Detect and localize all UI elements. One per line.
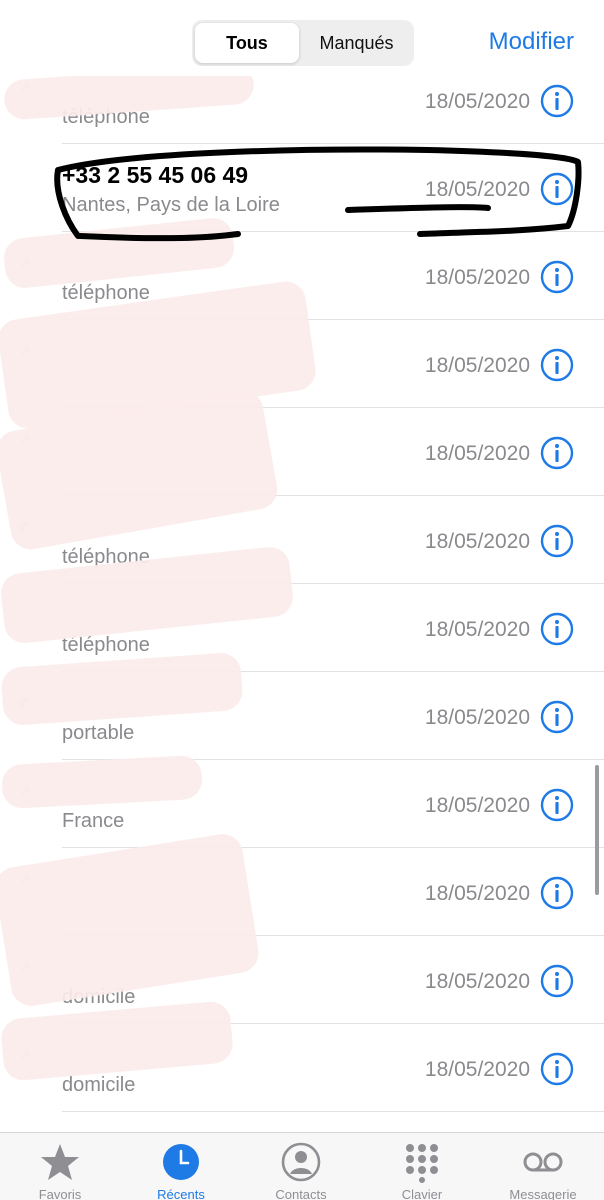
info-icon[interactable]	[540, 436, 574, 470]
call-subtitle: téléphone	[62, 106, 150, 128]
tab-label: Messagerie	[509, 1187, 577, 1200]
info-icon[interactable]	[540, 876, 574, 910]
call-subtitle: domicile	[62, 1074, 136, 1096]
call-subtitle: Nantes, Pays de la Loire	[62, 194, 280, 216]
info-icon[interactable]	[540, 964, 574, 998]
outgoing-call-icon: ↗	[18, 432, 32, 449]
edit-button[interactable]: Modifier	[489, 28, 574, 56]
call-date: 18/05/2020	[424, 1058, 530, 1081]
call-subtitle: France	[62, 810, 125, 832]
call-row[interactable]: ↗ téléphone 18/05/2020	[0, 232, 604, 320]
call-filter-segmented-control: Tous Manqués	[192, 20, 414, 66]
info-icon[interactable]	[540, 84, 574, 118]
info-icon[interactable]	[540, 788, 574, 822]
call-row[interactable]: ✆ portable 18/05/2020	[0, 672, 604, 760]
call-date: 18/05/2020	[424, 618, 530, 641]
call-date: 18/05/2020	[424, 354, 530, 377]
tab-contacts[interactable]: Contacts	[241, 1141, 361, 1200]
call-row[interactable]: ↗ domicile 18/05/2020	[0, 936, 604, 1024]
call-subtitle: domicile	[62, 986, 136, 1008]
tab-keypad[interactable]: Clavier	[362, 1141, 482, 1200]
outgoing-call-icon: ↗	[18, 960, 32, 977]
outgoing-call-icon: ↗	[18, 1048, 32, 1065]
tab-label: Clavier	[401, 1187, 443, 1200]
outgoing-call-icon: ↗	[18, 80, 32, 97]
call-subtitle: portable	[62, 722, 135, 744]
clock-icon	[163, 1144, 199, 1180]
call-subtitle: téléphone	[62, 634, 150, 656]
call-row[interactable]: téléphone 18/05/2020	[0, 584, 604, 672]
scroll-indicator[interactable]	[595, 765, 599, 895]
call-row[interactable]: ↗ 18/05/2020	[0, 320, 604, 408]
tab-favorites[interactable]: Favoris	[0, 1141, 120, 1200]
incoming-call-icon: ✆	[18, 520, 32, 537]
top-bar: Tous Manqués Modifier	[0, 0, 604, 76]
info-icon[interactable]	[540, 524, 574, 558]
incoming-call-icon: ✆	[18, 696, 32, 713]
info-icon[interactable]	[540, 260, 574, 294]
tab-label: Contacts	[275, 1187, 327, 1200]
tab-label: Favoris	[38, 1187, 82, 1200]
outgoing-call-icon	[18, 608, 36, 626]
call-row[interactable]: ↗ domicile 18/05/2020	[0, 1024, 604, 1112]
outgoing-call-icon: ↗	[18, 872, 32, 889]
segment-all[interactable]: Tous	[195, 23, 299, 63]
recent-calls-list: ↗ téléphone 18/05/2020 +33 2 55 45 06 49…	[0, 56, 604, 1112]
call-row[interactable]: +33 2 55 45 06 49 Nantes, Pays de la Loi…	[0, 144, 604, 232]
call-subtitle: téléphone	[62, 282, 150, 304]
info-icon[interactable]	[540, 172, 574, 206]
call-date: 18/05/2020	[424, 178, 530, 201]
call-subtitle: téléphone	[62, 546, 150, 568]
call-date: 18/05/2020	[424, 882, 530, 905]
tab-voicemail[interactable]: Messagerie	[483, 1141, 603, 1200]
call-row[interactable]: ↗ France 18/05/2020	[0, 760, 604, 848]
call-date: 18/05/2020	[424, 266, 530, 289]
info-icon[interactable]	[540, 700, 574, 734]
outgoing-call-icon: ↗	[18, 784, 32, 801]
contact-icon	[281, 1142, 321, 1182]
segment-missed[interactable]: Manqués	[302, 23, 411, 63]
tab-recents[interactable]: Récents	[121, 1141, 241, 1200]
call-name: +33 2 55 45 06 49	[62, 162, 249, 188]
call-date: 18/05/2020	[424, 970, 530, 993]
outgoing-call-icon: ↗	[18, 344, 32, 361]
keypad-icon	[406, 1144, 438, 1183]
call-row[interactable]: ✆ téléphone 18/05/2020	[0, 496, 604, 584]
call-date: 18/05/2020	[424, 794, 530, 817]
voicemail-icon	[523, 1152, 563, 1172]
star-icon	[41, 1144, 79, 1180]
call-date: 18/05/2020	[424, 442, 530, 465]
outgoing-call-icon	[18, 168, 36, 186]
info-icon[interactable]	[540, 612, 574, 646]
outgoing-call-icon: ↗	[18, 256, 32, 273]
call-row[interactable]: ↗ 18/05/2020	[0, 848, 604, 936]
call-row[interactable]: ↗ 18/05/2020	[0, 408, 604, 496]
info-icon[interactable]	[540, 1052, 574, 1086]
call-date: 18/05/2020	[424, 90, 530, 113]
tab-label: Récents	[157, 1187, 205, 1200]
info-icon[interactable]	[540, 348, 574, 382]
call-date: 18/05/2020	[424, 706, 530, 729]
call-date: 18/05/2020	[424, 530, 530, 553]
tab-bar: Favoris Récents Contacts Clavier Message…	[0, 1132, 604, 1200]
